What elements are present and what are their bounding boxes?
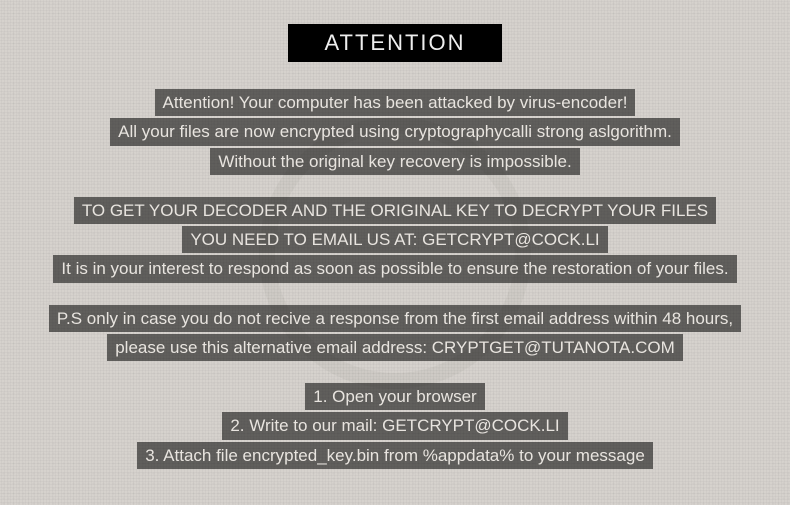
ransom-note: ATTENTION Attention! Your computer has b…	[0, 0, 790, 505]
intro-paragraph: Attention! Your computer has been attack…	[110, 88, 680, 176]
text-line: P.S only in case you do not recive a res…	[49, 305, 741, 332]
step-line: 1. Open your browser	[305, 383, 484, 410]
text-line: Attention! Your computer has been attack…	[155, 89, 636, 116]
text-line: please use this alternative email addres…	[107, 334, 683, 361]
instructions-paragraph: TO GET YOUR DECODER AND THE ORIGINAL KEY…	[53, 196, 736, 284]
text-line: TO GET YOUR DECODER AND THE ORIGINAL KEY…	[74, 197, 716, 224]
step-line: 3. Attach file encrypted_key.bin from %a…	[137, 442, 653, 469]
postscript-paragraph: P.S only in case you do not recive a res…	[49, 304, 741, 363]
text-line: YOU NEED TO EMAIL US AT: GETCRYPT@COCK.L…	[182, 226, 607, 253]
step-line: 2. Write to our mail: GETCRYPT@COCK.LI	[222, 412, 567, 439]
note-title: ATTENTION	[288, 24, 501, 62]
text-line: Without the original key recovery is imp…	[210, 148, 579, 175]
steps-list: 1. Open your browser 2. Write to our mai…	[137, 382, 653, 470]
text-line: All your files are now encrypted using c…	[110, 118, 680, 145]
text-line: It is in your interest to respond as soo…	[53, 255, 736, 282]
